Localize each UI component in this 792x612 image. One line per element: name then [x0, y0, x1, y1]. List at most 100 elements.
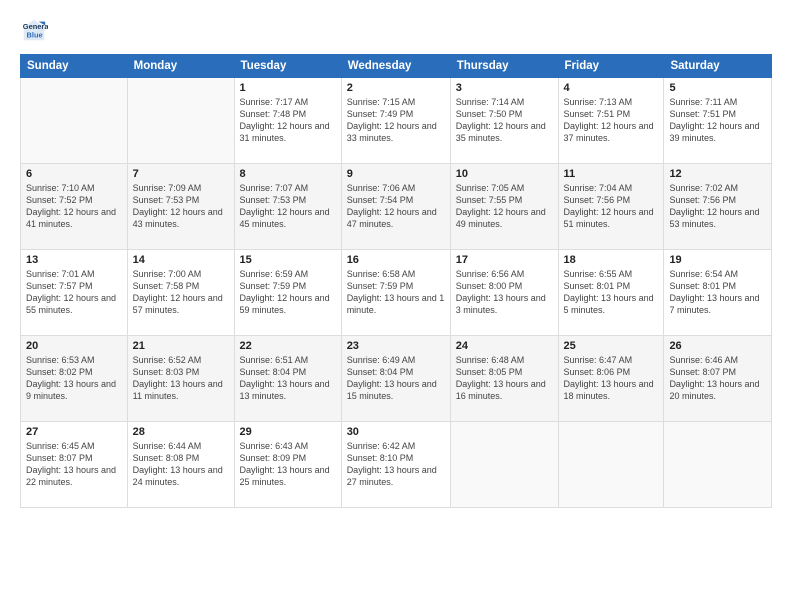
calendar-week-row: 1 Sunrise: 7:17 AMSunset: 7:48 PMDaylight… — [21, 78, 772, 164]
calendar-cell: 3 Sunrise: 7:14 AMSunset: 7:50 PMDaylight… — [450, 78, 558, 164]
day-number: 21 — [133, 340, 229, 352]
day-info: Sunrise: 6:49 AMSunset: 8:04 PMDaylight:… — [347, 354, 445, 403]
day-info: Sunrise: 7:06 AMSunset: 7:54 PMDaylight:… — [347, 182, 445, 231]
calendar-cell: 7 Sunrise: 7:09 AMSunset: 7:53 PMDaylight… — [127, 164, 234, 250]
calendar-cell — [127, 78, 234, 164]
day-info: Sunrise: 7:02 AMSunset: 7:56 PMDaylight:… — [669, 182, 766, 231]
day-number: 1 — [240, 82, 336, 94]
page: General Blue SundayMondayTuesdayWednesda… — [0, 0, 792, 612]
calendar-cell: 17 Sunrise: 6:56 AMSunset: 8:00 PMDayligh… — [450, 250, 558, 336]
day-number: 15 — [240, 254, 336, 266]
day-info: Sunrise: 7:04 AMSunset: 7:56 PMDaylight:… — [564, 182, 659, 231]
calendar-week-row: 6Sunrise: 7:10 AMSunset: 7:52 PMDaylight… — [21, 164, 772, 250]
weekday-header-monday: Monday — [127, 55, 234, 78]
day-number: 24 — [456, 340, 553, 352]
calendar-cell: 13Sunrise: 7:01 AMSunset: 7:57 PMDayligh… — [21, 250, 128, 336]
day-number: 14 — [133, 254, 229, 266]
day-info: Sunrise: 7:05 AMSunset: 7:55 PMDaylight:… — [456, 182, 553, 231]
calendar-cell: 23 Sunrise: 6:49 AMSunset: 8:04 PMDayligh… — [341, 336, 450, 422]
day-number: 5 — [669, 82, 766, 94]
weekday-header-thursday: Thursday — [450, 55, 558, 78]
calendar-table: SundayMondayTuesdayWednesdayThursdayFrid… — [20, 54, 772, 508]
calendar-cell — [450, 422, 558, 508]
calendar-cell: 25Sunrise: 6:47 AMSunset: 8:06 PMDayligh… — [558, 336, 664, 422]
calendar-cell: 12 Sunrise: 7:02 AMSunset: 7:56 PMDayligh… — [664, 164, 772, 250]
day-info: Sunrise: 6:58 AMSunset: 7:59 PMDaylight:… — [347, 268, 445, 317]
svg-text:Blue: Blue — [27, 30, 43, 39]
day-number: 23 — [347, 340, 445, 352]
calendar-cell: 2 Sunrise: 7:15 AMSunset: 7:49 PMDaylight… — [341, 78, 450, 164]
day-info: Sunrise: 6:48 AMSunset: 8:05 PMDaylight:… — [456, 354, 553, 403]
day-number: 26 — [669, 340, 766, 352]
calendar-cell: 24 Sunrise: 6:48 AMSunset: 8:05 PMDayligh… — [450, 336, 558, 422]
day-info: Sunrise: 6:53 AMSunset: 8:02 PMDaylight:… — [26, 354, 122, 403]
logo: General Blue — [20, 16, 52, 44]
day-info: Sunrise: 6:52 AMSunset: 8:03 PMDaylight:… — [133, 354, 229, 403]
day-number: 3 — [456, 82, 553, 94]
calendar-cell: 1 Sunrise: 7:17 AMSunset: 7:48 PMDaylight… — [234, 78, 341, 164]
calendar-cell: 6Sunrise: 7:10 AMSunset: 7:52 PMDaylight… — [21, 164, 128, 250]
day-number: 18 — [564, 254, 659, 266]
day-number: 11 — [564, 168, 659, 180]
calendar-week-row: 27Sunrise: 6:45 AMSunset: 8:07 PMDayligh… — [21, 422, 772, 508]
day-info: Sunrise: 7:07 AMSunset: 7:53 PMDaylight:… — [240, 182, 336, 231]
calendar-cell: 16 Sunrise: 6:58 AMSunset: 7:59 PMDayligh… — [341, 250, 450, 336]
calendar-week-row: 13Sunrise: 7:01 AMSunset: 7:57 PMDayligh… — [21, 250, 772, 336]
header: General Blue — [20, 16, 772, 44]
day-number: 22 — [240, 340, 336, 352]
day-info: Sunrise: 7:11 AMSunset: 7:51 PMDaylight:… — [669, 96, 766, 145]
day-info: Sunrise: 7:00 AMSunset: 7:58 PMDaylight:… — [133, 268, 229, 317]
day-info: Sunrise: 6:51 AMSunset: 8:04 PMDaylight:… — [240, 354, 336, 403]
calendar-cell — [21, 78, 128, 164]
day-number: 19 — [669, 254, 766, 266]
calendar-week-row: 20 Sunrise: 6:53 AMSunset: 8:02 PMDayligh… — [21, 336, 772, 422]
calendar-cell: 21 Sunrise: 6:52 AMSunset: 8:03 PMDayligh… — [127, 336, 234, 422]
day-number: 2 — [347, 82, 445, 94]
calendar-cell: 4 Sunrise: 7:13 AMSunset: 7:51 PMDaylight… — [558, 78, 664, 164]
calendar-cell: 28Sunrise: 6:44 AMSunset: 8:08 PMDayligh… — [127, 422, 234, 508]
calendar-cell: 30Sunrise: 6:42 AMSunset: 8:10 PMDayligh… — [341, 422, 450, 508]
day-info: Sunrise: 7:15 AMSunset: 7:49 PMDaylight:… — [347, 96, 445, 145]
day-info: Sunrise: 7:01 AMSunset: 7:57 PMDaylight:… — [26, 268, 122, 317]
calendar-cell — [664, 422, 772, 508]
day-info: Sunrise: 6:47 AMSunset: 8:06 PMDaylight:… — [564, 354, 659, 403]
day-info: Sunrise: 7:09 AMSunset: 7:53 PMDaylight:… — [133, 182, 229, 231]
calendar-cell: 8 Sunrise: 7:07 AMSunset: 7:53 PMDaylight… — [234, 164, 341, 250]
day-number: 12 — [669, 168, 766, 180]
day-number: 28 — [133, 426, 229, 438]
weekday-header-friday: Friday — [558, 55, 664, 78]
day-number: 17 — [456, 254, 553, 266]
day-info: Sunrise: 7:13 AMSunset: 7:51 PMDaylight:… — [564, 96, 659, 145]
day-info: Sunrise: 7:14 AMSunset: 7:50 PMDaylight:… — [456, 96, 553, 145]
weekday-header-wednesday: Wednesday — [341, 55, 450, 78]
day-number: 10 — [456, 168, 553, 180]
day-info: Sunrise: 6:55 AMSunset: 8:01 PMDaylight:… — [564, 268, 659, 317]
day-info: Sunrise: 6:46 AMSunset: 8:07 PMDaylight:… — [669, 354, 766, 403]
day-info: Sunrise: 6:56 AMSunset: 8:00 PMDaylight:… — [456, 268, 553, 317]
day-number: 8 — [240, 168, 336, 180]
day-number: 30 — [347, 426, 445, 438]
calendar-header-row: SundayMondayTuesdayWednesdayThursdayFrid… — [21, 55, 772, 78]
day-number: 16 — [347, 254, 445, 266]
day-number: 9 — [347, 168, 445, 180]
weekday-header-saturday: Saturday — [664, 55, 772, 78]
day-info: Sunrise: 6:59 AMSunset: 7:59 PMDaylight:… — [240, 268, 336, 317]
calendar-cell: 15 Sunrise: 6:59 AMSunset: 7:59 PMDayligh… — [234, 250, 341, 336]
calendar-cell: 22 Sunrise: 6:51 AMSunset: 8:04 PMDayligh… — [234, 336, 341, 422]
day-number: 4 — [564, 82, 659, 94]
logo-icon: General Blue — [20, 16, 48, 44]
day-info: Sunrise: 6:43 AMSunset: 8:09 PMDaylight:… — [240, 440, 336, 489]
day-number: 7 — [133, 168, 229, 180]
calendar-cell: 26 Sunrise: 6:46 AMSunset: 8:07 PMDayligh… — [664, 336, 772, 422]
calendar-cell: 11 Sunrise: 7:04 AMSunset: 7:56 PMDayligh… — [558, 164, 664, 250]
weekday-header-sunday: Sunday — [21, 55, 128, 78]
calendar-cell: 27Sunrise: 6:45 AMSunset: 8:07 PMDayligh… — [21, 422, 128, 508]
calendar-cell: 19 Sunrise: 6:54 AMSunset: 8:01 PMDayligh… — [664, 250, 772, 336]
day-info: Sunrise: 7:10 AMSunset: 7:52 PMDaylight:… — [26, 182, 122, 231]
weekday-header-tuesday: Tuesday — [234, 55, 341, 78]
day-number: 27 — [26, 426, 122, 438]
day-info: Sunrise: 6:54 AMSunset: 8:01 PMDaylight:… — [669, 268, 766, 317]
day-number: 20 — [26, 340, 122, 352]
calendar-cell — [558, 422, 664, 508]
day-info: Sunrise: 7:17 AMSunset: 7:48 PMDaylight:… — [240, 96, 336, 145]
